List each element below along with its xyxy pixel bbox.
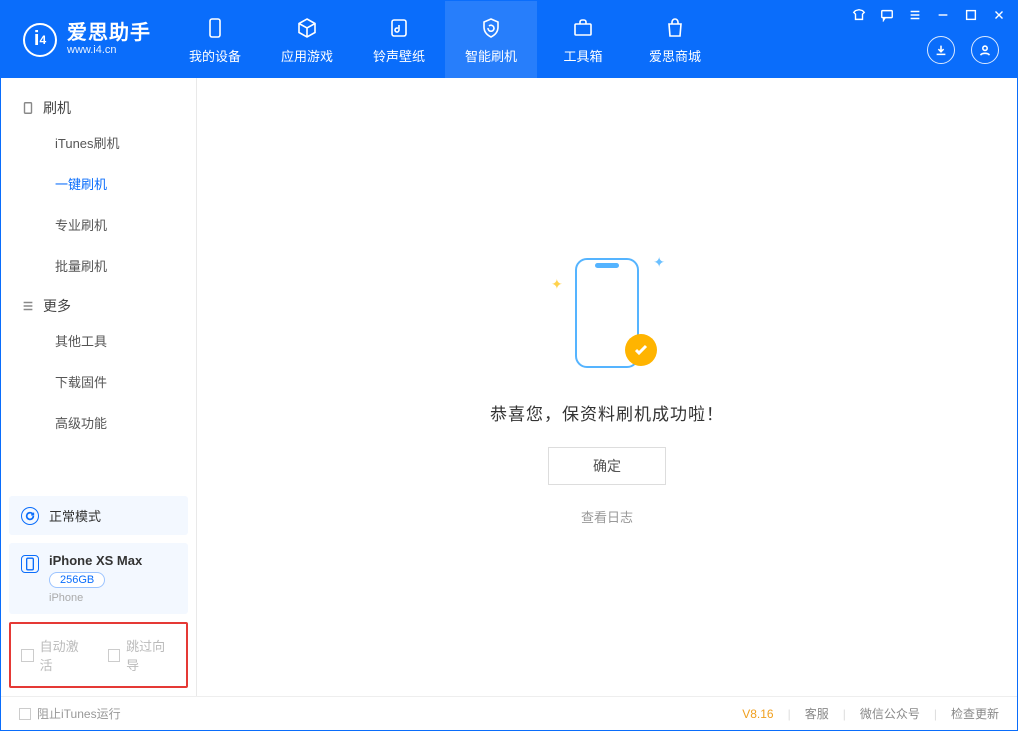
- checkbox-icon: [108, 649, 121, 662]
- nav-tab-apps[interactable]: 应用游戏: [261, 1, 353, 78]
- sidebar-item-itunes-flash[interactable]: iTunes刷机: [1, 122, 196, 163]
- window-controls: [851, 7, 1007, 23]
- sidebar-bottom: 正常模式 iPhone XS Max 256GB iPhone 自动激活: [1, 488, 196, 696]
- support-link[interactable]: 客服: [805, 705, 829, 722]
- header-right-icons: [927, 36, 999, 64]
- nav-tab-ringtones[interactable]: 铃声壁纸: [353, 1, 445, 78]
- nav-tab-label: 铃声壁纸: [373, 46, 425, 65]
- app-title: 爱思助手: [67, 22, 151, 44]
- app-subtitle: www.i4.cn: [67, 44, 151, 56]
- checkbox-icon: [21, 649, 34, 662]
- device-name: iPhone XS Max: [49, 553, 142, 568]
- sidebar-item-pro-flash[interactable]: 专业刷机: [1, 204, 196, 245]
- view-log-link[interactable]: 查看日志: [581, 507, 633, 526]
- menu-icon[interactable]: [907, 7, 923, 23]
- checkbox-icon: [19, 708, 31, 720]
- minimize-icon[interactable]: [935, 7, 951, 23]
- success-illustration: ✦ ✦: [547, 248, 667, 378]
- sidebar-item-oneclick-flash[interactable]: 一键刷机: [1, 163, 196, 204]
- list-icon: [21, 299, 35, 313]
- checkbox-auto-activate[interactable]: 自动激活: [21, 636, 90, 674]
- maximize-icon[interactable]: [963, 7, 979, 23]
- separator: |: [934, 707, 937, 721]
- checkbox-label: 阻止iTunes运行: [37, 705, 121, 722]
- sidebar-group-flash: 刷机: [1, 88, 196, 122]
- main-content: ✦ ✦ 恭喜您，保资料刷机成功啦！ 确定 查看日志: [197, 78, 1017, 696]
- shield-refresh-icon: [478, 15, 504, 41]
- nav-tab-label: 智能刷机: [465, 46, 517, 65]
- app-logo-text: 爱思助手 www.i4.cn: [67, 22, 151, 56]
- refresh-icon: [21, 507, 39, 525]
- nav-tab-toolbox[interactable]: 工具箱: [537, 1, 629, 78]
- success-message: 恭喜您，保资料刷机成功啦！: [490, 400, 724, 425]
- music-note-icon: [386, 15, 412, 41]
- sparkle-icon: ✦: [551, 276, 563, 293]
- checkbox-block-itunes[interactable]: 阻止iTunes运行: [19, 705, 121, 722]
- flash-options-box: 自动激活 跳过向导: [9, 622, 188, 688]
- sidebar-scroll: 刷机 iTunes刷机 一键刷机 专业刷机 批量刷机 更多 其他工具 下载固件 …: [1, 78, 196, 488]
- app-window: i4 爱思助手 www.i4.cn 我的设备 应用游戏 铃声壁纸 智能刷机: [0, 0, 1018, 731]
- wechat-link[interactable]: 微信公众号: [860, 705, 920, 722]
- checkbox-label: 自动激活: [40, 636, 90, 674]
- statusbar: 阻止iTunes运行 V8.16 | 客服 | 微信公众号 | 检查更新: [1, 696, 1017, 730]
- briefcase-icon: [570, 15, 596, 41]
- sidebar-group-title: 刷机: [43, 98, 71, 118]
- check-update-link[interactable]: 检查更新: [951, 705, 999, 722]
- sidebar: 刷机 iTunes刷机 一键刷机 专业刷机 批量刷机 更多 其他工具 下载固件 …: [1, 78, 197, 696]
- close-icon[interactable]: [991, 7, 1007, 23]
- sidebar-group-more: 更多: [1, 286, 196, 320]
- sidebar-item-batch-flash[interactable]: 批量刷机: [1, 245, 196, 286]
- download-icon[interactable]: [927, 36, 955, 64]
- sidebar-item-advanced[interactable]: 高级功能: [1, 402, 196, 443]
- nav-tab-store[interactable]: 爱思商城: [629, 1, 721, 78]
- device-type: iPhone: [49, 592, 142, 604]
- nav-tab-label: 爱思商城: [649, 46, 701, 65]
- separator: |: [843, 707, 846, 721]
- device-icon: [202, 15, 228, 41]
- check-badge-icon: [625, 334, 657, 366]
- device-capacity: 256GB: [49, 572, 105, 588]
- nav-tab-label: 应用游戏: [281, 46, 333, 65]
- app-logo-icon: i4: [23, 23, 57, 57]
- separator: |: [788, 707, 791, 721]
- ok-button[interactable]: 确定: [548, 447, 666, 485]
- nav-tab-flash[interactable]: 智能刷机: [445, 1, 537, 78]
- checkbox-skip-wizard[interactable]: 跳过向导: [108, 636, 177, 674]
- nav-tabs: 我的设备 应用游戏 铃声壁纸 智能刷机 工具箱 爱思商城: [169, 1, 721, 78]
- titlebar: i4 爱思助手 www.i4.cn 我的设备 应用游戏 铃声壁纸 智能刷机: [1, 1, 1017, 78]
- sidebar-item-other-tools[interactable]: 其他工具: [1, 320, 196, 361]
- nav-tab-device[interactable]: 我的设备: [169, 1, 261, 78]
- user-icon[interactable]: [971, 36, 999, 64]
- feedback-icon[interactable]: [879, 7, 895, 23]
- sparkle-icon: ✦: [653, 254, 665, 271]
- mode-card[interactable]: 正常模式: [9, 496, 188, 535]
- phone-icon: [21, 101, 35, 115]
- statusbar-right: V8.16 | 客服 | 微信公众号 | 检查更新: [742, 705, 999, 722]
- version-label: V8.16: [742, 707, 773, 721]
- nav-tab-label: 我的设备: [189, 46, 241, 65]
- logo-area: i4 爱思助手 www.i4.cn: [1, 1, 169, 78]
- phone-outline-icon: [21, 555, 39, 573]
- body: 刷机 iTunes刷机 一键刷机 专业刷机 批量刷机 更多 其他工具 下载固件 …: [1, 78, 1017, 696]
- device-info: iPhone XS Max 256GB iPhone: [49, 553, 142, 604]
- shirt-icon[interactable]: [851, 7, 867, 23]
- nav-tab-label: 工具箱: [563, 46, 602, 65]
- sidebar-item-download-firmware[interactable]: 下载固件: [1, 361, 196, 402]
- shopping-bag-icon: [662, 15, 688, 41]
- cube-icon: [294, 15, 320, 41]
- mode-label: 正常模式: [49, 506, 101, 525]
- sidebar-group-title: 更多: [43, 296, 71, 316]
- checkbox-label: 跳过向导: [126, 636, 176, 674]
- device-card[interactable]: iPhone XS Max 256GB iPhone: [9, 543, 188, 614]
